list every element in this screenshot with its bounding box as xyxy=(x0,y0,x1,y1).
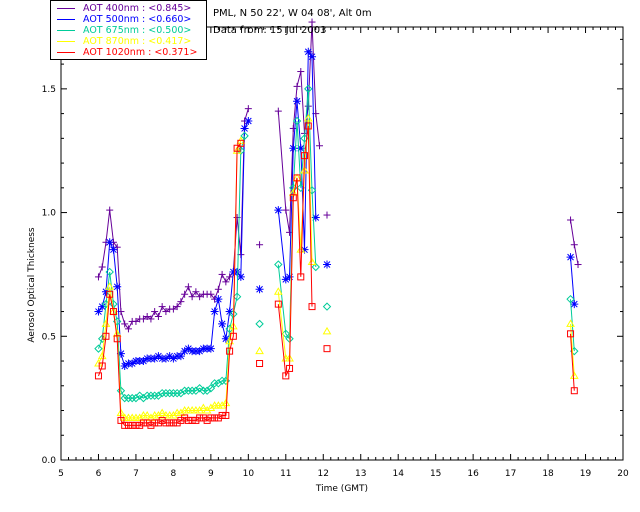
x-tick-label: 6 xyxy=(96,469,102,479)
series-3 xyxy=(94,114,579,421)
data-point-asterisk xyxy=(176,352,185,361)
x-tick-label: 13 xyxy=(355,469,366,479)
date-text: Data from: 15 Jul 2003 xyxy=(213,25,327,36)
x-tick-label: 14 xyxy=(392,469,404,479)
x-tick-label: 5 xyxy=(58,469,64,479)
series-4 xyxy=(94,122,578,429)
aot-chart: 5 6 7 8 9 10 11 12 13 14 15 16 17 18 19 200.00.51.01.5 … xyxy=(27,18,629,494)
data-point-asterisk xyxy=(308,52,317,61)
x-tick-label: 10 xyxy=(243,469,255,479)
data-point-square xyxy=(256,360,264,368)
axis-ticks: 5 6 7 8 9 10 11 12 13 14 15 16 17 18 19 20 0.0 0.5 1.0 1.5 xyxy=(42,27,629,479)
data-point-asterisk xyxy=(566,253,575,262)
data-point-asterisk xyxy=(214,295,223,304)
data-point-asterisk xyxy=(94,307,103,316)
legend-label-1020: AOT 1020nm : <0.371> xyxy=(83,47,198,58)
x-tick-label: 15 xyxy=(430,469,441,479)
y-axis-label: Aerosol Optical Thickness xyxy=(27,227,37,343)
data-point-square xyxy=(323,345,331,353)
legend: AOT 400nm : <0.845> AOT 500nm : <0.660> … xyxy=(50,0,207,60)
x-tick-label: 16 xyxy=(467,469,479,479)
series-layer xyxy=(94,18,582,429)
x-tick-label: 19 xyxy=(580,469,592,479)
data-point-asterisk xyxy=(293,97,302,106)
data-point-asterisk xyxy=(105,238,114,247)
x-tick-label: 18 xyxy=(542,469,554,479)
data-point-asterisk xyxy=(323,260,332,269)
x-tick-label: 7 xyxy=(133,469,139,479)
x-tick-label: 8 xyxy=(171,469,177,479)
data-point-asterisk xyxy=(113,282,122,291)
x-tick-label: 20 xyxy=(617,469,629,479)
x-tick-label: 9 xyxy=(208,469,214,479)
data-point-asterisk xyxy=(109,245,118,254)
legend-swatch-870 xyxy=(57,41,75,42)
data-point-triangle xyxy=(255,346,264,355)
y-tick-label: 1.0 xyxy=(42,209,57,219)
x-tick-label: 17 xyxy=(505,469,516,479)
legend-swatch-400 xyxy=(57,8,75,9)
data-point-asterisk xyxy=(210,307,219,316)
data-point-asterisk xyxy=(244,117,253,126)
data-point-triangle xyxy=(322,326,332,335)
plot-frame xyxy=(60,26,624,461)
series-line xyxy=(98,108,249,330)
legend-swatch-1020 xyxy=(57,52,75,53)
location-text: PML, N 50 22', W 04 08', Alt 0m xyxy=(213,8,372,19)
data-point-diamond xyxy=(255,319,264,329)
data-point-asterisk xyxy=(304,47,313,56)
data-point-asterisk xyxy=(274,206,283,215)
x-tick-label: 12 xyxy=(318,469,329,479)
legend-swatch-675 xyxy=(57,30,75,31)
data-point-asterisk xyxy=(206,344,215,353)
legend-swatch-500 xyxy=(57,19,75,20)
data-point-asterisk xyxy=(218,319,227,328)
x-axis-label: Time (GMT) xyxy=(315,484,368,494)
y-tick-label: 0.0 xyxy=(42,456,57,466)
series-0 xyxy=(94,18,582,333)
data-point-diamond xyxy=(322,302,332,311)
series-1 xyxy=(94,47,579,370)
legend-item-1020: AOT 1020nm : <0.371> xyxy=(53,46,204,59)
y-tick-label: 0.5 xyxy=(42,332,56,342)
data-point-asterisk xyxy=(240,124,249,133)
x-tick-label: 11 xyxy=(280,469,291,479)
data-point-asterisk xyxy=(255,285,264,294)
data-point-asterisk xyxy=(285,272,294,281)
y-tick-label: 1.5 xyxy=(42,85,56,95)
